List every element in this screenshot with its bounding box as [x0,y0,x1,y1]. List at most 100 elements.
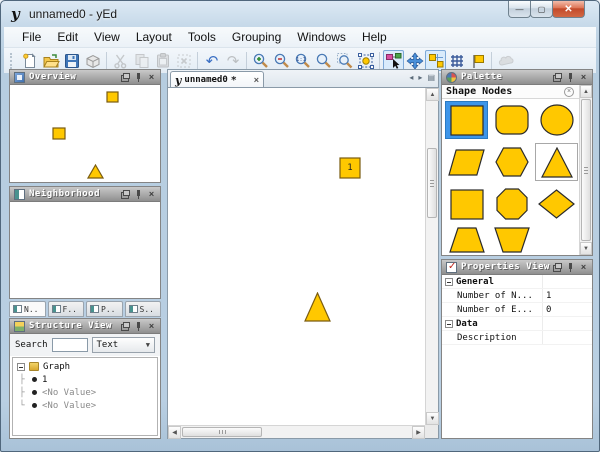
palette-scrollbar[interactable]: ▲ ▼ [579,85,592,255]
palette-scroll-thumb[interactable] [581,99,591,241]
save-button[interactable] [61,50,82,71]
palette-shape-triangle[interactable] [535,143,578,181]
palette-scroll-down-icon[interactable]: ▼ [580,242,592,255]
zoom-actual-button[interactable]: 1:1 [292,50,313,71]
palette-shape-ellipse[interactable] [535,101,578,139]
toolbar-grip[interactable] [10,53,14,69]
palette-shape-rectangle-2[interactable] [445,185,488,223]
grid-button[interactable] [446,50,467,71]
tree-item[interactable]: ├<No Value> [13,386,157,399]
property-row[interactable]: Number of N...1 [442,289,592,303]
zoom-out-button[interactable] [271,50,292,71]
zoom-button[interactable] [313,50,334,71]
side-tab-f[interactable]: F.. [48,301,85,317]
structure-float-icon[interactable] [121,322,130,331]
menu-view[interactable]: View [86,28,128,46]
neighborhood-float-icon[interactable] [121,190,130,199]
tab-scroll-right-button[interactable]: ▸ [418,73,422,82]
menu-edit[interactable]: Edit [49,28,86,46]
canvas-node-1[interactable]: 1 [339,157,361,179]
palette-shape-hexagon[interactable] [490,143,533,181]
canvas-hscrollbar[interactable]: ◀ ▶ [168,425,425,438]
copy-button[interactable] [131,50,152,71]
overview-float-icon[interactable] [121,73,130,82]
palette-shape-parallelogram[interactable] [445,143,488,181]
property-group-data[interactable]: Data [442,317,592,331]
tree-item-graph[interactable]: Graph [13,360,157,373]
close-button[interactable]: ✕ [552,1,585,18]
redo-button[interactable]: ↷ [222,50,243,71]
tab-scroll-left-button[interactable]: ◂ [409,73,413,82]
menu-grouping[interactable]: Grouping [224,28,289,46]
tree-expander-icon[interactable] [17,363,25,371]
paste-button[interactable] [152,50,173,71]
structure-close-icon[interactable]: × [147,322,156,331]
palette-scroll-up-icon[interactable]: ▲ [580,85,592,98]
document-tab[interactable]: y unnamed0 * × [170,71,264,88]
zoom-in-button[interactable] [250,50,271,71]
vscroll-thumb[interactable] [427,148,437,218]
palette-shape-round-rectangle[interactable] [490,101,533,139]
layout-button[interactable] [495,50,516,71]
menu-file[interactable]: File [14,28,49,46]
palette-pin-icon[interactable] [566,73,575,82]
snapping-button[interactable] [425,50,446,71]
menu-windows[interactable]: Windows [289,28,354,46]
neighborhood-close-icon[interactable]: × [147,190,156,199]
group-expander-icon[interactable] [445,320,453,328]
property-row[interactable]: Description [442,331,592,345]
side-tab-p[interactable]: P.. [86,301,123,317]
cut-button[interactable] [110,50,131,71]
palette-shape-octagon[interactable] [490,185,533,223]
canvas-vscrollbar[interactable]: ▲ ▼ [425,88,438,425]
palette-shape-trapezoid[interactable] [445,221,488,255]
label-button[interactable] [467,50,488,71]
navigation-mode-button[interactable] [404,50,425,71]
minimize-button[interactable]: — [508,1,531,18]
menu-layout[interactable]: Layout [128,28,180,46]
palette-close-icon[interactable]: × [579,73,588,82]
graph-canvas[interactable]: 1 [168,88,425,425]
edit-mode-button[interactable] [383,50,404,71]
overview-pin-icon[interactable] [134,73,143,82]
property-group-general[interactable]: General [442,275,592,289]
group-expander-icon[interactable] [445,278,453,286]
neighborhood-pin-icon[interactable] [134,190,143,199]
structure-pin-icon[interactable] [134,322,143,331]
side-tab-s[interactable]: S.. [125,301,162,317]
zoom-area-button[interactable] [334,50,355,71]
side-tab-n[interactable]: N.. [9,301,46,317]
hscroll-thumb[interactable] [182,427,262,437]
property-row[interactable]: Number of E...0 [442,303,592,317]
maximize-button[interactable]: ▢ [530,1,553,18]
menu-tools[interactable]: Tools [180,28,224,46]
new-document-button[interactable] [19,50,40,71]
tab-close-icon[interactable]: × [254,75,259,85]
tree-item[interactable]: ├1 [13,373,157,386]
fit-content-button[interactable] [355,50,376,71]
overview-content[interactable] [10,85,160,182]
search-filter-dropdown[interactable]: Text ▼ [92,337,155,353]
palette-shape-trapezoid-down[interactable] [490,221,533,255]
menu-help[interactable]: Help [354,28,395,46]
search-input[interactable] [52,338,88,352]
scroll-down-icon[interactable]: ▼ [426,412,439,425]
properties-float-icon[interactable] [553,263,562,272]
scroll-right-icon[interactable]: ▶ [412,426,425,439]
canvas-node-triangle[interactable] [304,292,331,322]
palette-section-header[interactable]: Shape Nodes × [442,85,592,99]
open-button[interactable] [40,50,61,71]
undo-button[interactable]: ↶ [201,50,222,71]
scroll-up-icon[interactable]: ▲ [426,88,439,101]
scroll-left-icon[interactable]: ◀ [168,426,181,439]
palette-shape-rectangle[interactable] [445,101,488,139]
properties-close-icon[interactable]: × [579,263,588,272]
palette-shape-diamond[interactable] [535,185,578,223]
delete-button[interactable] [173,50,194,71]
properties-pin-icon[interactable] [566,263,575,272]
section-close-icon[interactable]: × [564,87,574,97]
export-button[interactable] [82,50,103,71]
overview-close-icon[interactable]: × [147,73,156,82]
palette-float-icon[interactable] [553,73,562,82]
tab-list-button[interactable]: ▤ [427,73,435,82]
